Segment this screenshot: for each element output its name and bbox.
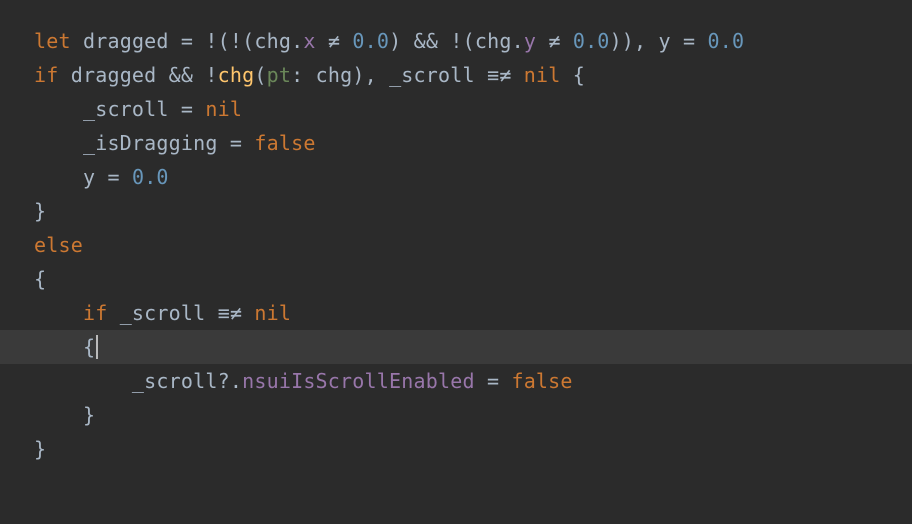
code-token: y [524, 29, 536, 53]
code-token: , [365, 63, 377, 87]
code-token: ) [389, 29, 401, 53]
code-line[interactable]: { [0, 330, 912, 364]
code-token: false [254, 131, 315, 155]
code-line[interactable]: else [0, 228, 912, 262]
code-token: ≠ [548, 29, 560, 53]
code-line[interactable]: let dragged = !(!(chg.x ≠ 0.0) && !(chg.… [0, 24, 912, 58]
code-token: if [83, 301, 107, 325]
code-token: false [511, 369, 572, 393]
code-token [34, 403, 83, 427]
code-token: _scroll [34, 369, 218, 393]
code-token: if [34, 63, 58, 87]
code-token [242, 301, 254, 325]
code-token [242, 131, 254, 155]
code-token: ! [230, 29, 242, 53]
code-token [438, 29, 450, 53]
code-token: x [303, 29, 315, 53]
code-token: = [181, 97, 193, 121]
code-token: { [83, 335, 95, 359]
code-token: 0.0 [708, 29, 745, 53]
code-token: nil [524, 63, 561, 87]
code-token [499, 369, 511, 393]
code-token: chg [475, 29, 512, 53]
code-token: _scroll [377, 63, 487, 87]
code-token [560, 63, 572, 87]
code-token: } [34, 437, 46, 461]
code-token: = [683, 29, 695, 53]
code-token [193, 97, 205, 121]
code-token: chg [254, 29, 291, 53]
code-token [34, 335, 83, 359]
code-token: && [169, 63, 193, 87]
code-line[interactable]: _scroll = nil [0, 92, 912, 126]
code-token: nil [254, 301, 291, 325]
code-token: { [34, 267, 46, 291]
code-token: else [34, 233, 83, 257]
code-token: . [291, 29, 303, 53]
code-token [561, 29, 573, 53]
code-editor[interactable]: let dragged = !(!(chg.x ≠ 0.0) && !(chg.… [0, 0, 912, 466]
code-token: nsuiIsScrollEnabled [242, 369, 475, 393]
code-token: 0.0 [132, 165, 169, 189]
code-line[interactable]: _scroll?.nsuiIsScrollEnabled = false [0, 364, 912, 398]
code-token [120, 165, 132, 189]
code-token: = ! [181, 29, 218, 53]
code-token: ! [450, 29, 462, 53]
code-token: ≡≠ [218, 301, 242, 325]
code-token [511, 63, 523, 87]
code-token: = [487, 369, 499, 393]
code-token: ( [218, 29, 230, 53]
code-token: _isDragging [34, 131, 230, 155]
code-token: ?. [218, 369, 242, 393]
code-token: _scroll [34, 97, 181, 121]
code-token: dragged [71, 29, 181, 53]
code-token: ( [242, 29, 254, 53]
code-token: = [107, 165, 119, 189]
code-token: ! [205, 63, 217, 87]
code-token: 0.0 [573, 29, 610, 53]
code-token: . [512, 29, 524, 53]
code-line[interactable]: if dragged && !chg(pt: chg), _scroll ≡≠ … [0, 58, 912, 92]
code-token [340, 29, 352, 53]
code-token: ( [254, 63, 266, 87]
code-token: ( [463, 29, 475, 53]
code-line[interactable]: _isDragging = false [0, 126, 912, 160]
code-token: } [83, 403, 95, 427]
code-line[interactable]: y = 0.0 [0, 160, 912, 194]
code-token: chg [303, 63, 352, 87]
code-token: nil [205, 97, 242, 121]
code-token: y [34, 165, 107, 189]
code-token: pt [267, 63, 291, 87]
code-token: && [414, 29, 438, 53]
code-token [536, 29, 548, 53]
code-token: , [634, 29, 646, 53]
code-token [316, 29, 328, 53]
code-token: y [646, 29, 683, 53]
code-token [193, 63, 205, 87]
code-token: ≡≠ [487, 63, 511, 87]
code-line[interactable]: } [0, 194, 912, 228]
code-line[interactable]: } [0, 398, 912, 432]
code-token [475, 369, 487, 393]
code-token: _scroll [107, 301, 217, 325]
code-token: } [34, 199, 46, 223]
code-token: dragged [58, 63, 168, 87]
code-token [34, 301, 83, 325]
code-token: { [573, 63, 585, 87]
code-token [695, 29, 707, 53]
code-token [401, 29, 413, 53]
code-token: ≠ [328, 29, 340, 53]
code-token: = [230, 131, 242, 155]
code-token: chg [218, 63, 255, 87]
code-line[interactable]: { [0, 262, 912, 296]
code-token: )) [610, 29, 634, 53]
code-token: ) [352, 63, 364, 87]
code-token: let [34, 29, 71, 53]
code-token: : [291, 63, 303, 87]
code-line[interactable]: if _scroll ≡≠ nil [0, 296, 912, 330]
text-cursor [96, 335, 98, 359]
code-token: 0.0 [352, 29, 389, 53]
code-line[interactable]: } [0, 432, 912, 466]
